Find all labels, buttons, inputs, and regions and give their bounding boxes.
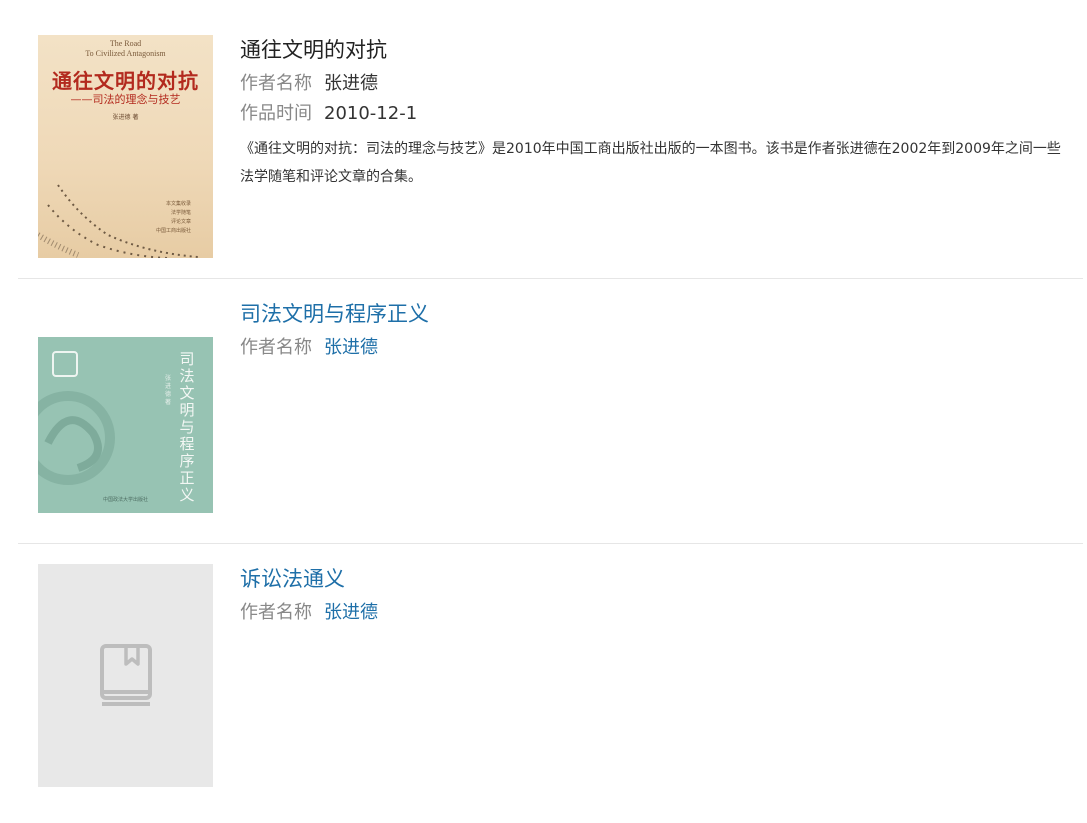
book-cover[interactable]: The Road To Civilized Antagonism 通往文明的对抗… xyxy=(38,35,213,258)
author-row: 作者名称 张进德 xyxy=(240,333,1063,363)
author-link[interactable]: 张进德 xyxy=(324,602,378,623)
author-label: 作者名称 xyxy=(240,602,312,623)
date-row: 作品时间 2010-12-1 xyxy=(240,99,1063,129)
list-item: 诉讼法通义 作者名称 张进德 xyxy=(18,544,1083,808)
book-info: 诉讼法通义 作者名称 张进德 xyxy=(240,564,1063,628)
publish-date: 2010-12-1 xyxy=(324,103,418,124)
book-icon xyxy=(100,644,152,706)
cover-author: 张进德著 xyxy=(165,375,172,406)
book-info: 司法文明与程序正义 作者名称 张进德 xyxy=(240,299,1063,363)
author-link[interactable]: 张进德 xyxy=(324,337,378,358)
book-list: The Road To Civilized Antagonism 通往文明的对抗… xyxy=(18,0,1083,808)
book-title: 通往文明的对抗 xyxy=(240,38,387,62)
book-cover-placeholder[interactable] xyxy=(38,564,213,787)
book-title-link[interactable]: 诉讼法通义 xyxy=(240,564,1063,594)
cover-publisher: 中国政法大学出版社 xyxy=(102,497,148,503)
cover-title: 司法文明与程序正义 xyxy=(179,350,195,504)
author-label: 作者名称 xyxy=(240,337,312,358)
emblem-icon xyxy=(52,351,78,377)
book-info: 通往文明的对抗 作者名称 张进德 作品时间 2010-12-1 《通往文明的对抗：司… xyxy=(240,35,1063,191)
author-name: 张进德 xyxy=(324,73,378,94)
book-title-link[interactable]: 司法文明与程序正义 xyxy=(240,299,1063,329)
date-label: 作品时间 xyxy=(240,103,312,124)
cover-english-title: The Road To Civilized Antagonism xyxy=(85,39,166,58)
cover-author: 张进德 著 xyxy=(112,114,139,121)
author-row: 作者名称 张进德 xyxy=(240,598,1063,628)
book-cover[interactable]: 司法文明与程序正义 张进德著 中国政法大学出版社 xyxy=(38,337,213,513)
list-item: The Road To Civilized Antagonism 通往文明的对抗… xyxy=(18,0,1083,279)
author-row: 作者名称 张进德 xyxy=(240,69,1063,99)
cover-subtitle: ——司法的理念与技艺 xyxy=(70,93,181,106)
dragon-pattern-illustration xyxy=(38,391,115,485)
cover-notes: 本文集收录 法学随笔 评论文章 中国工商出版社 xyxy=(155,201,191,234)
author-label: 作者名称 xyxy=(240,73,312,94)
cover-title: 通往文明的对抗 xyxy=(52,69,199,93)
book-description: 《通往文明的对抗：司法的理念与技艺》是2010年中国工商出版社出版的一本图书。该… xyxy=(240,141,1061,185)
list-item: 司法文明与程序正义 张进德著 中国政法大学出版社 司法文明与程序正义 作者名称张… xyxy=(18,279,1083,544)
